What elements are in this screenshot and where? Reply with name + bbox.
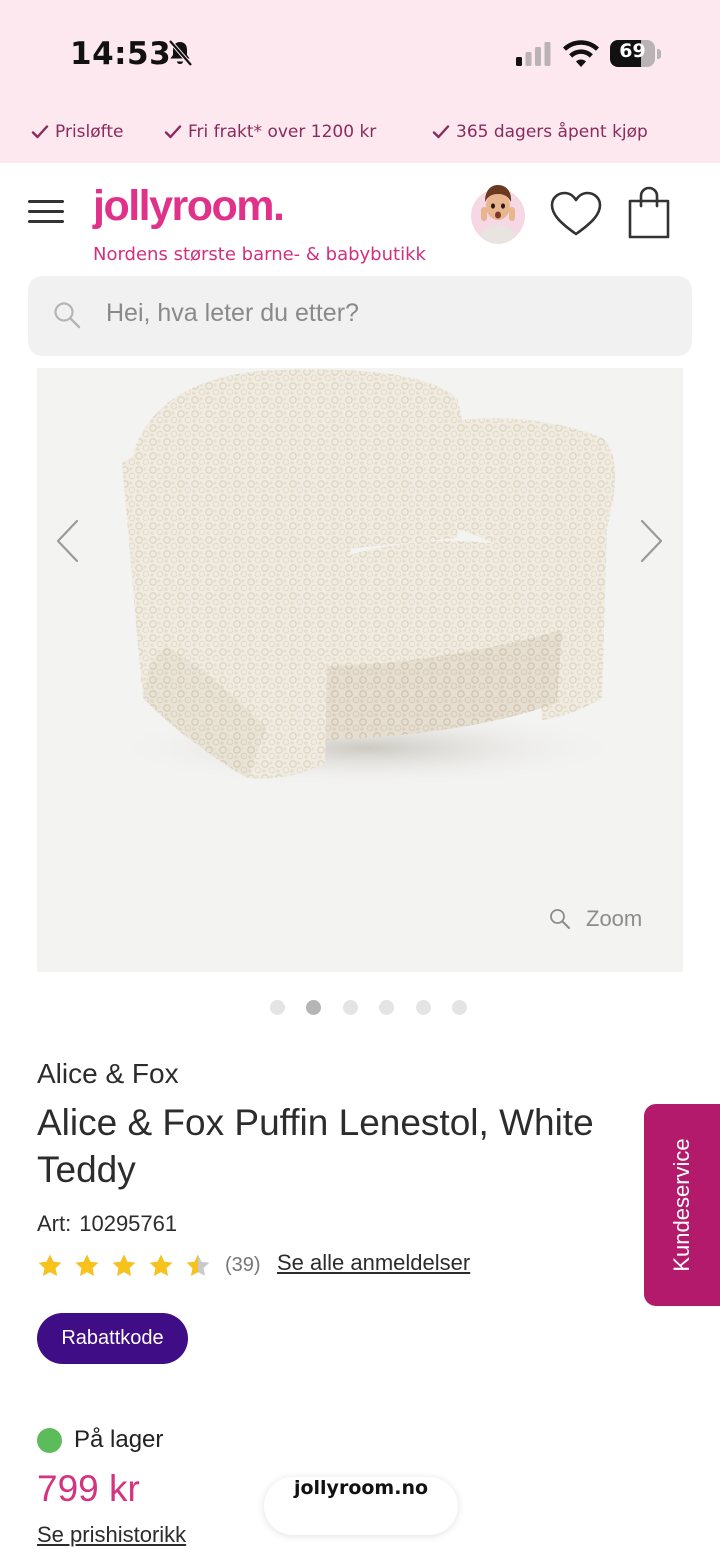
usp-bar: Prisløfte Fri frakt* over 1200 kr 365 da… — [0, 122, 720, 152]
search-icon — [54, 302, 81, 329]
battery-nub — [657, 49, 661, 59]
see-all-reviews-link[interactable]: Se alle anmeldelser — [277, 1250, 470, 1276]
avatar-icon[interactable] — [470, 178, 526, 244]
gallery-dot[interactable] — [343, 1000, 358, 1015]
search-input[interactable]: Hei, hva leter du etter? — [106, 299, 359, 328]
wifi-icon — [563, 40, 599, 67]
gallery-dot[interactable] — [416, 1000, 431, 1015]
gallery-dot[interactable] — [452, 1000, 467, 1015]
gallery-dot[interactable] — [270, 1000, 285, 1015]
previous-image-arrow-icon[interactable] — [53, 518, 83, 564]
status-bar: 14:53 69 — [0, 0, 720, 110]
customer-service-tab[interactable]: Kundeservice — [644, 1104, 720, 1306]
shopping-bag-icon[interactable] — [626, 186, 672, 240]
cellular-signal-icon — [516, 42, 551, 66]
battery-body: 69 — [610, 40, 655, 67]
gallery-dot[interactable] — [379, 1000, 394, 1015]
bell-muted-icon — [168, 39, 193, 67]
usp-item-free-shipping: Fri frakt* over 1200 kr — [164, 122, 376, 142]
usp-item-open-purchase: 365 dagers åpent kjøp — [432, 122, 648, 142]
site-logo[interactable]: jollyroom. — [93, 182, 285, 231]
check-icon — [31, 125, 49, 139]
battery-percentage: 69 — [619, 40, 646, 62]
star-icon — [112, 1254, 136, 1276]
site-tagline: Nordens største barne- & babybutikk — [93, 244, 426, 265]
check-icon — [432, 125, 450, 139]
product-image-gallery[interactable] — [37, 368, 683, 972]
usp-item-price-promise: Prisløfte — [31, 122, 123, 142]
next-image-arrow-icon[interactable] — [636, 518, 666, 564]
in-stock-indicator-icon — [37, 1428, 62, 1453]
magnifier-icon — [550, 909, 570, 929]
status-time: 14:53 — [70, 36, 172, 72]
product-image — [107, 369, 627, 788]
customer-service-label: Kundeservice — [669, 1138, 694, 1272]
hamburger-line — [28, 210, 64, 213]
star-icon — [75, 1254, 99, 1276]
gallery-pagination-dots — [270, 1000, 470, 1016]
menu-button[interactable] — [28, 196, 66, 226]
rating-stars[interactable] — [37, 1250, 219, 1282]
check-icon — [164, 125, 182, 139]
star-icon — [186, 1254, 210, 1276]
zoom-button[interactable]: Zoom — [548, 906, 642, 932]
gallery-dot[interactable] — [306, 1000, 321, 1015]
usp-label: Fri frakt* over 1200 kr — [188, 122, 377, 142]
price-history-link[interactable]: Se prishistorikk — [37, 1522, 186, 1548]
product-brand[interactable]: Alice & Fox — [37, 1058, 179, 1090]
product-price: 799 kr — [37, 1468, 140, 1509]
browser-url-pill[interactable]: jollyroom.no — [264, 1477, 458, 1535]
article-number-label: Art: — [37, 1211, 72, 1236]
star-icon — [38, 1254, 62, 1276]
review-count: (39) — [225, 1254, 261, 1276]
article-number-value: 10295761 — [79, 1211, 178, 1236]
usp-label: 365 dagers åpent kjøp — [456, 122, 648, 142]
product-title: Alice & Fox Puffin Lenestol, White Teddy — [37, 1102, 594, 1190]
star-icon — [149, 1254, 173, 1276]
battery-indicator: 69 — [610, 40, 661, 68]
wishlist-heart-icon[interactable] — [549, 190, 603, 238]
usp-label: Prisløfte — [55, 122, 124, 142]
article-number: Art: 10295761 — [37, 1211, 177, 1237]
zoom-label: Zoom — [586, 906, 643, 931]
hamburger-line — [28, 200, 64, 203]
stock-status: På lager — [74, 1426, 164, 1453]
hamburger-line — [28, 220, 64, 223]
discount-code-button[interactable]: Rabattkode — [37, 1313, 188, 1364]
